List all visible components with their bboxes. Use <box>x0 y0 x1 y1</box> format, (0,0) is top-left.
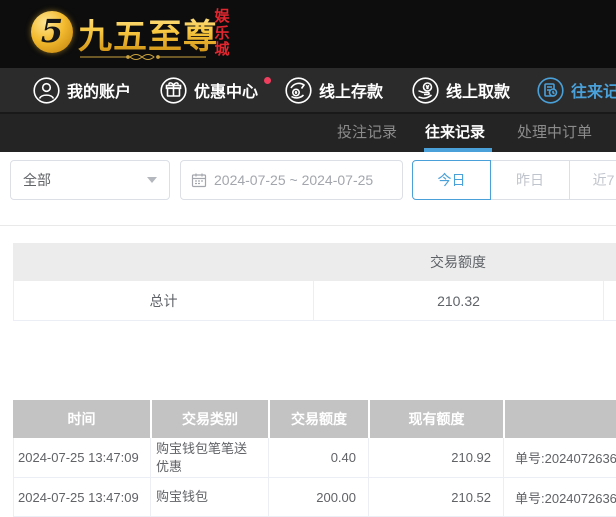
cell-time: 2024-07-25 13:47:09 <box>14 478 151 516</box>
cell-balance: 210.52 <box>369 478 504 516</box>
notification-dot <box>264 77 272 84</box>
table-row: 2024-07-25 13:47:09 购宝钱包笔笔送优惠 0.40 210.9… <box>13 438 616 478</box>
section-divider <box>0 225 616 226</box>
col-header-balance: 现有额度 <box>370 400 503 438</box>
tab-transaction-records[interactable]: 往来记录 <box>425 114 485 152</box>
brand-title[interactable]: 九五至尊 <box>78 9 218 58</box>
emblem-glyph: 5 <box>40 12 64 50</box>
nav-label: 优惠中心 <box>194 84 259 101</box>
main-nav: 我的账户 优惠中心 线上存款 线上取款 往来记录 <box>0 68 616 112</box>
cell-time: 2024-07-25 13:47:09 <box>14 438 151 477</box>
deposit-icon <box>285 76 312 104</box>
nav-label: 往来记录 <box>571 84 616 101</box>
today-button[interactable]: 今日 <box>412 160 491 200</box>
type-select-value: 全部 <box>23 172 51 188</box>
records-icon <box>537 76 564 104</box>
brand-badge: 娱乐城 <box>214 8 230 58</box>
cell-type: 购宝钱包 <box>151 478 269 516</box>
user-icon <box>33 76 60 104</box>
withdraw-icon <box>412 76 439 104</box>
summary-header-row: 交易额度 <box>13 243 616 281</box>
quick-date-buttons: 今日 昨日 近7日 <box>412 160 616 200</box>
summary-total-extra <box>604 281 616 320</box>
yesterday-button[interactable]: 昨日 <box>491 160 570 200</box>
summary-total-row: 总计 210.32 <box>13 281 616 321</box>
nav-item-withdraw[interactable]: 线上取款 <box>412 68 510 112</box>
cell-amount: 0.40 <box>269 438 369 477</box>
col-header-amount: 交易额度 <box>270 400 368 438</box>
col-header-time: 时间 <box>13 400 150 438</box>
records-tab-bar: 投注记录 往来记录 处理中订单 <box>0 112 616 152</box>
cell-order-number: 单号:2024072636 <box>504 478 616 516</box>
cell-type: 购宝钱包笔笔送优惠 <box>151 438 269 477</box>
gold-flourish-icon <box>80 54 206 60</box>
col-header-extra <box>505 400 616 438</box>
calendar-icon <box>191 173 207 188</box>
records-header-row: 时间 交易类别 交易额度 现有额度 <box>13 400 616 438</box>
type-select[interactable]: 全部 <box>10 160 170 200</box>
date-range-value: 2024-07-25 ~ 2024-07-25 <box>214 172 374 188</box>
date-range-input[interactable]: 2024-07-25 ~ 2024-07-25 <box>180 160 403 200</box>
tab-processing-orders[interactable]: 处理中订单 <box>517 114 592 152</box>
last7days-button[interactable]: 近7日 <box>570 160 616 200</box>
summary-header-amount: 交易额度 <box>430 254 486 270</box>
transaction-records-page: { "logo": { "brand": "九五至尊", "badge": "娱… <box>0 0 616 517</box>
summary-total-amount: 210.32 <box>314 281 604 320</box>
nav-item-promotions[interactable]: 优惠中心 <box>160 68 272 112</box>
brand-emblem-icon[interactable]: 5 <box>31 11 73 53</box>
nav-item-deposit[interactable]: 线上存款 <box>285 68 383 112</box>
nav-label: 线上存款 <box>319 84 384 101</box>
cell-order-number: 单号:2024072636 <box>504 438 616 477</box>
records-table: 时间 交易类别 交易额度 现有额度 2024-07-25 13:47:09 购宝… <box>13 400 616 517</box>
cell-amount: 200.00 <box>269 478 369 516</box>
tab-betting-records[interactable]: 投注记录 <box>337 114 397 152</box>
nav-label: 我的账户 <box>67 84 132 101</box>
nav-item-my-account[interactable]: 我的账户 <box>33 68 131 112</box>
gift-icon <box>160 76 187 104</box>
col-header-type: 交易类别 <box>152 400 268 438</box>
nav-item-records[interactable]: 往来记录 <box>537 68 616 112</box>
summary-total-label: 总计 <box>14 281 314 320</box>
cell-balance: 210.92 <box>369 438 504 477</box>
table-row: 2024-07-25 13:47:09 购宝钱包 200.00 210.52 单… <box>13 478 616 517</box>
chevron-down-icon <box>147 177 157 183</box>
logo-bar: 5 九五至尊 娱乐城 <box>0 0 616 68</box>
nav-label: 线上取款 <box>446 84 511 101</box>
active-tab-underline <box>424 148 492 152</box>
summary-table: 交易额度 总计 210.32 <box>13 243 616 321</box>
